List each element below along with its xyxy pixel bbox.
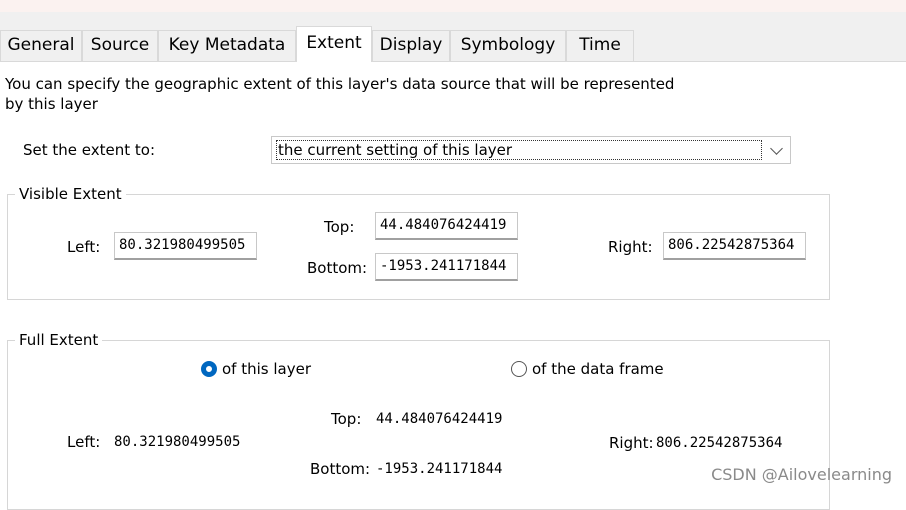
tab-key-metadata[interactable]: Key Metadata bbox=[158, 30, 296, 61]
full-bottom-label: Bottom: bbox=[310, 460, 371, 478]
of-data-frame-label[interactable]: of the data frame bbox=[532, 359, 664, 379]
full-extent-title: Full Extent bbox=[15, 330, 103, 350]
visible-left-label: Left: bbox=[67, 238, 101, 256]
full-top-value: 44.484076424419 bbox=[376, 411, 503, 427]
visible-top-field[interactable]: 44.484076424419 bbox=[375, 212, 518, 240]
watermark-text: CSDN @Ailovelearning bbox=[711, 465, 892, 484]
of-data-frame-radio[interactable] bbox=[511, 361, 527, 377]
tab-symbology[interactable]: Symbology bbox=[450, 30, 566, 61]
full-extent-group: Full Extent of this layer of the data fr… bbox=[7, 330, 830, 510]
visible-extent-group: Visible Extent Top: 44.484076424419 Left… bbox=[7, 184, 830, 300]
set-extent-label: Set the extent to: bbox=[23, 141, 156, 159]
visible-left-field[interactable]: 80.321980499505 bbox=[114, 232, 257, 260]
visible-extent-title: Visible Extent bbox=[15, 184, 126, 204]
visible-bottom-label: Bottom: bbox=[307, 259, 368, 277]
full-left-label: Left: bbox=[67, 433, 101, 451]
extent-description: You can specify the geographic extent of… bbox=[5, 75, 675, 113]
full-top-label: Top: bbox=[331, 410, 362, 428]
set-extent-value: the current setting of this layer bbox=[276, 140, 762, 160]
visible-bottom-field[interactable]: -1953.241171844 bbox=[375, 253, 518, 281]
tab-source[interactable]: Source bbox=[82, 30, 158, 61]
full-right-label: Right: bbox=[609, 434, 654, 452]
chevron-down-icon[interactable] bbox=[770, 142, 783, 155]
full-right-value: 806.22542875364 bbox=[656, 435, 783, 451]
full-left-value: 80.321980499505 bbox=[114, 434, 241, 450]
extent-panel: You can specify the geographic extent of… bbox=[0, 62, 906, 510]
tab-extent[interactable]: Extent bbox=[296, 26, 372, 62]
of-this-layer-radio[interactable] bbox=[201, 361, 217, 377]
of-this-layer-label[interactable]: of this layer bbox=[222, 359, 311, 379]
visible-top-label: Top: bbox=[324, 218, 355, 236]
full-bottom-value: -1953.241171844 bbox=[376, 461, 503, 477]
set-extent-dropdown[interactable]: the current setting of this layer bbox=[271, 136, 791, 164]
tab-general[interactable]: General bbox=[0, 30, 82, 61]
tab-time[interactable]: Time bbox=[566, 30, 634, 61]
tab-display[interactable]: Display bbox=[372, 30, 450, 61]
visible-right-label: Right: bbox=[608, 238, 653, 256]
visible-right-field[interactable]: 806.22542875364 bbox=[663, 232, 806, 260]
window-top-strip bbox=[0, 0, 906, 12]
